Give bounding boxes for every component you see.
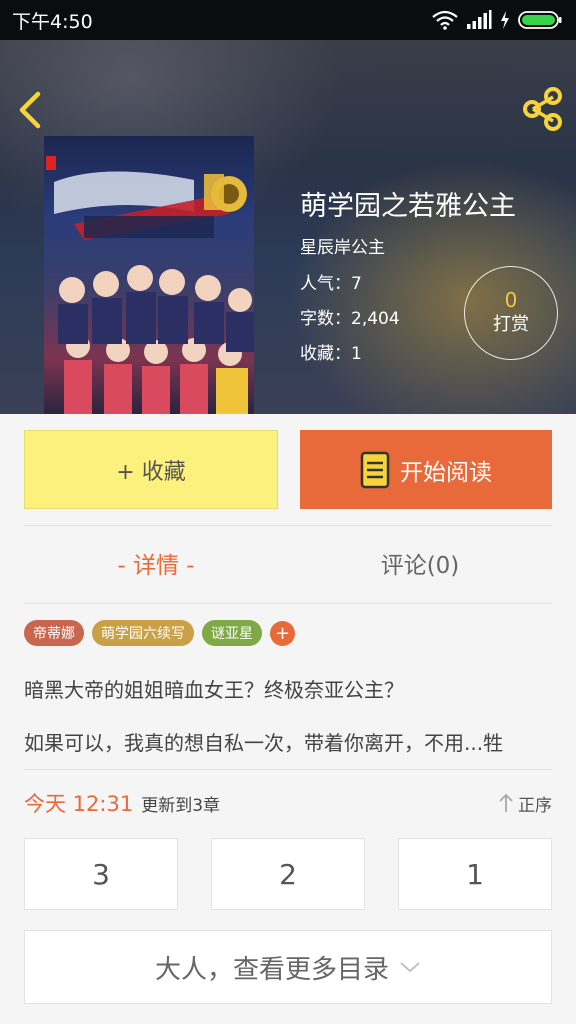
- arrow-up-icon: [499, 793, 513, 812]
- chapter-grid: 3 2 1: [24, 838, 552, 910]
- tab-details[interactable]: - 详情 -: [24, 546, 288, 580]
- status-time: 下午4:50: [12, 10, 93, 33]
- cover-people-art: [58, 265, 254, 414]
- update-text: 更新到3章: [141, 795, 221, 816]
- status-bar: 下午4:50: [0, 0, 576, 40]
- add-tag-button[interactable]: +: [270, 620, 295, 646]
- more-catalog-button[interactable]: 大人，查看更多目录: [24, 930, 552, 1004]
- book-popularity: 人气：7: [300, 274, 362, 294]
- book-word-count: 字数：2,404: [300, 309, 400, 329]
- status-icons: [432, 10, 562, 30]
- update-time: 今天 12:31: [24, 792, 134, 816]
- book-cover[interactable]: [44, 136, 254, 414]
- description-line[interactable]: 如果可以，我真的想自私一次，带着你离开，不用...牲: [24, 727, 552, 756]
- collect-label: + 收藏: [116, 459, 186, 485]
- start-reading-button[interactable]: 开始阅读: [300, 430, 552, 509]
- tip-count: 0: [504, 288, 518, 312]
- share-icon[interactable]: [520, 86, 566, 132]
- start-reading-label: 开始阅读: [400, 459, 492, 486]
- chapter-item[interactable]: 2: [211, 838, 365, 910]
- update-row: 今天 12:31 更新到3章 正序: [24, 788, 552, 818]
- chapter-item[interactable]: 1: [398, 838, 552, 910]
- sort-toggle[interactable]: 正序: [498, 791, 552, 816]
- wifi-icon: [432, 10, 458, 30]
- tag-item[interactable]: 帝蒂娜: [24, 620, 84, 646]
- chapter-item[interactable]: 3: [24, 838, 178, 910]
- book-favorites: 收藏：1: [300, 344, 362, 364]
- book-author[interactable]: 星辰岸公主: [300, 233, 385, 258]
- tag-item[interactable]: 谜亚星: [202, 620, 262, 646]
- book-header: 萌学园之若雅公主 星辰岸公主 人气：7 字数：2,404 收藏：1 0 打赏: [0, 40, 576, 414]
- collect-button[interactable]: + 收藏: [24, 430, 278, 509]
- tag-list: 帝蒂娜 萌学园六续写 谜亚星 +: [24, 620, 295, 646]
- divider: [24, 525, 552, 526]
- divider: [24, 769, 552, 770]
- book-icon: [360, 451, 390, 488]
- charging-icon: [501, 11, 509, 29]
- tag-item[interactable]: 萌学园六续写: [92, 620, 194, 646]
- battery-icon: [518, 11, 562, 29]
- tab-comments[interactable]: 评论(0): [288, 546, 552, 580]
- book-title: 萌学园之若雅公主: [300, 191, 516, 222]
- back-icon[interactable]: [14, 88, 48, 132]
- sort-label: 正序: [518, 795, 552, 816]
- tip-button[interactable]: 0 打赏: [464, 266, 558, 360]
- tip-label: 打赏: [493, 314, 529, 335]
- signal-icon: [467, 10, 492, 29]
- more-catalog-label: 大人，查看更多目录: [154, 954, 389, 985]
- chevron-down-icon: [400, 962, 420, 973]
- cover-logo-art: [46, 156, 247, 240]
- description-line: 暗黑大帝的姐姐暗血女王？终极奈亚公主？: [24, 678, 404, 702]
- divider: [24, 603, 552, 604]
